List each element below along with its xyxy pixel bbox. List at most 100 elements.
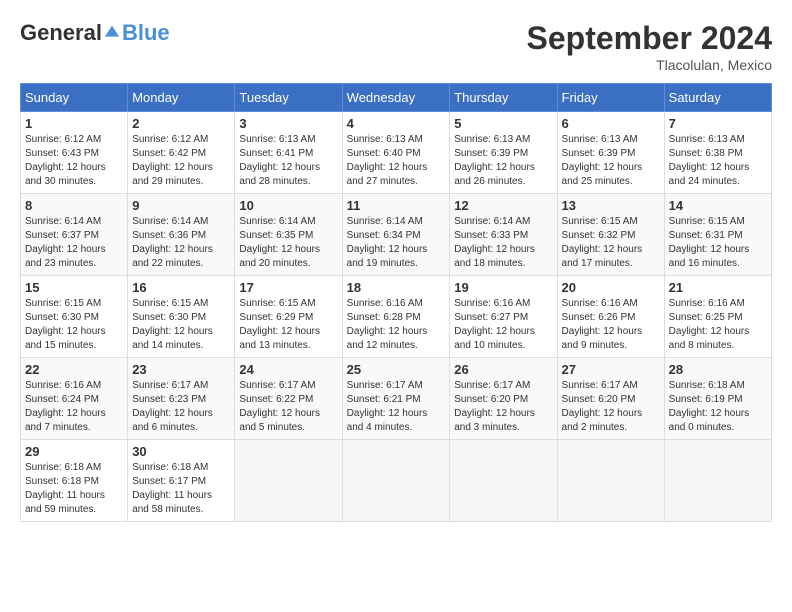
day-info: Sunrise: 6:17 AM Sunset: 6:20 PM Dayligh… [454, 379, 552, 435]
day-info: Sunrise: 6:15 AM Sunset: 6:31 PM Dayligh… [669, 215, 767, 271]
logo: General Blue [20, 20, 170, 46]
calendar-cell: 23Sunrise: 6:17 AM Sunset: 6:23 PM Dayli… [128, 358, 235, 440]
calendar-table: SundayMondayTuesdayWednesdayThursdayFrid… [20, 83, 772, 522]
day-header-thursday: Thursday [450, 84, 557, 112]
day-info: Sunrise: 6:18 AM Sunset: 6:17 PM Dayligh… [132, 461, 230, 517]
calendar-week-row: 1 Sunrise: 6:12 AM Sunset: 6:43 PM Daylig… [21, 112, 772, 194]
calendar-cell: 3Sunrise: 6:13 AM Sunset: 6:41 PM Daylig… [235, 112, 342, 194]
day-info: Sunrise: 6:14 AM Sunset: 6:33 PM Dayligh… [454, 215, 552, 271]
day-info: Sunrise: 6:18 AM Sunset: 6:19 PM Dayligh… [669, 379, 767, 435]
calendar-cell: 12 Sunrise: 6:14 AM Sunset: 6:33 PM Dayli… [450, 194, 557, 276]
calendar-header-row: SundayMondayTuesdayWednesdayThursdayFrid… [21, 84, 772, 112]
day-info: Sunrise: 6:12 AM Sunset: 6:42 PM Dayligh… [132, 133, 230, 189]
calendar-cell: 21 Sunrise: 6:16 AM Sunset: 6:25 PM Dayli… [664, 276, 771, 358]
calendar-week-row: 8Sunrise: 6:14 AM Sunset: 6:37 PM Daylig… [21, 194, 772, 276]
day-header-saturday: Saturday [664, 84, 771, 112]
calendar-cell: 9 Sunrise: 6:14 AM Sunset: 6:36 PM Daylig… [128, 194, 235, 276]
day-info: Sunrise: 6:16 AM Sunset: 6:25 PM Dayligh… [669, 297, 767, 353]
day-number: 9 [132, 198, 230, 213]
day-number: 1 [25, 116, 123, 131]
day-info: Sunrise: 6:17 AM Sunset: 6:21 PM Dayligh… [347, 379, 446, 435]
calendar-cell: 17 Sunrise: 6:15 AM Sunset: 6:29 PM Dayli… [235, 276, 342, 358]
day-number: 10 [239, 198, 337, 213]
calendar-cell: 5Sunrise: 6:13 AM Sunset: 6:39 PM Daylig… [450, 112, 557, 194]
calendar-cell: 24Sunrise: 6:17 AM Sunset: 6:22 PM Dayli… [235, 358, 342, 440]
day-info: Sunrise: 6:17 AM Sunset: 6:20 PM Dayligh… [562, 379, 660, 435]
calendar-cell [235, 440, 342, 522]
day-number: 22 [25, 362, 123, 377]
calendar-cell: 8Sunrise: 6:14 AM Sunset: 6:37 PM Daylig… [21, 194, 128, 276]
month-title: September 2024 [527, 20, 772, 57]
day-header-sunday: Sunday [21, 84, 128, 112]
day-info: Sunrise: 6:16 AM Sunset: 6:26 PM Dayligh… [562, 297, 660, 353]
day-info: Sunrise: 6:16 AM Sunset: 6:27 PM Dayligh… [454, 297, 552, 353]
day-info: Sunrise: 6:12 AM Sunset: 6:43 PM Dayligh… [25, 133, 123, 189]
day-info: Sunrise: 6:15 AM Sunset: 6:29 PM Dayligh… [239, 297, 337, 353]
day-info: Sunrise: 6:15 AM Sunset: 6:30 PM Dayligh… [25, 297, 123, 353]
logo-general-text: General [20, 20, 102, 46]
logo-blue-text: Blue [122, 20, 170, 46]
day-number: 11 [347, 198, 446, 213]
day-info: Sunrise: 6:14 AM Sunset: 6:37 PM Dayligh… [25, 215, 123, 271]
day-header-monday: Monday [128, 84, 235, 112]
day-info: Sunrise: 6:13 AM Sunset: 6:39 PM Dayligh… [454, 133, 552, 189]
day-info: Sunrise: 6:16 AM Sunset: 6:24 PM Dayligh… [25, 379, 123, 435]
calendar-week-row: 29 Sunrise: 6:18 AM Sunset: 6:18 PM Dayli… [21, 440, 772, 522]
calendar-cell: 11 Sunrise: 6:14 AM Sunset: 6:34 PM Dayli… [342, 194, 450, 276]
day-number: 24 [239, 362, 337, 377]
day-number: 13 [562, 198, 660, 213]
location: Tlacolulan, Mexico [527, 57, 772, 73]
calendar-cell: 30 Sunrise: 6:18 AM Sunset: 6:17 PM Dayli… [128, 440, 235, 522]
logo-icon [103, 24, 121, 42]
calendar-cell [450, 440, 557, 522]
day-number: 28 [669, 362, 767, 377]
calendar-cell: 16 Sunrise: 6:15 AM Sunset: 6:30 PM Dayli… [128, 276, 235, 358]
calendar-cell [557, 440, 664, 522]
day-info: Sunrise: 6:18 AM Sunset: 6:18 PM Dayligh… [25, 461, 123, 517]
page-header: General Blue September 2024 Tlacolulan, … [20, 20, 772, 73]
day-info: Sunrise: 6:14 AM Sunset: 6:35 PM Dayligh… [239, 215, 337, 271]
title-area: September 2024 Tlacolulan, Mexico [527, 20, 772, 73]
calendar-cell: 20 Sunrise: 6:16 AM Sunset: 6:26 PM Dayli… [557, 276, 664, 358]
day-number: 15 [25, 280, 123, 295]
day-number: 29 [25, 444, 123, 459]
calendar-cell: 14Sunrise: 6:15 AM Sunset: 6:31 PM Dayli… [664, 194, 771, 276]
day-number: 7 [669, 116, 767, 131]
day-number: 19 [454, 280, 552, 295]
day-number: 26 [454, 362, 552, 377]
calendar-cell [342, 440, 450, 522]
day-number: 30 [132, 444, 230, 459]
day-number: 18 [347, 280, 446, 295]
day-number: 2 [132, 116, 230, 131]
day-number: 16 [132, 280, 230, 295]
day-info: Sunrise: 6:14 AM Sunset: 6:36 PM Dayligh… [132, 215, 230, 271]
day-number: 17 [239, 280, 337, 295]
day-number: 21 [669, 280, 767, 295]
day-info: Sunrise: 6:17 AM Sunset: 6:23 PM Dayligh… [132, 379, 230, 435]
day-number: 25 [347, 362, 446, 377]
calendar-cell: 25 Sunrise: 6:17 AM Sunset: 6:21 PM Dayli… [342, 358, 450, 440]
day-info: Sunrise: 6:13 AM Sunset: 6:40 PM Dayligh… [347, 133, 446, 189]
day-header-tuesday: Tuesday [235, 84, 342, 112]
day-number: 20 [562, 280, 660, 295]
day-header-wednesday: Wednesday [342, 84, 450, 112]
calendar-cell: 22 Sunrise: 6:16 AM Sunset: 6:24 PM Dayli… [21, 358, 128, 440]
calendar-cell: 2 Sunrise: 6:12 AM Sunset: 6:42 PM Daylig… [128, 112, 235, 194]
day-number: 12 [454, 198, 552, 213]
calendar-cell: 4 Sunrise: 6:13 AM Sunset: 6:40 PM Daylig… [342, 112, 450, 194]
day-info: Sunrise: 6:13 AM Sunset: 6:39 PM Dayligh… [562, 133, 660, 189]
day-info: Sunrise: 6:15 AM Sunset: 6:30 PM Dayligh… [132, 297, 230, 353]
day-info: Sunrise: 6:14 AM Sunset: 6:34 PM Dayligh… [347, 215, 446, 271]
calendar-cell: 1 Sunrise: 6:12 AM Sunset: 6:43 PM Daylig… [21, 112, 128, 194]
calendar-cell: 7Sunrise: 6:13 AM Sunset: 6:38 PM Daylig… [664, 112, 771, 194]
calendar-cell: 26 Sunrise: 6:17 AM Sunset: 6:20 PM Dayli… [450, 358, 557, 440]
day-number: 3 [239, 116, 337, 131]
calendar-cell: 6Sunrise: 6:13 AM Sunset: 6:39 PM Daylig… [557, 112, 664, 194]
calendar-week-row: 15 Sunrise: 6:15 AM Sunset: 6:30 PM Dayli… [21, 276, 772, 358]
day-number: 27 [562, 362, 660, 377]
calendar-cell: 13Sunrise: 6:15 AM Sunset: 6:32 PM Dayli… [557, 194, 664, 276]
calendar-cell: 10 Sunrise: 6:14 AM Sunset: 6:35 PM Dayli… [235, 194, 342, 276]
calendar-cell [664, 440, 771, 522]
calendar-cell: 29 Sunrise: 6:18 AM Sunset: 6:18 PM Dayli… [21, 440, 128, 522]
day-number: 4 [347, 116, 446, 131]
